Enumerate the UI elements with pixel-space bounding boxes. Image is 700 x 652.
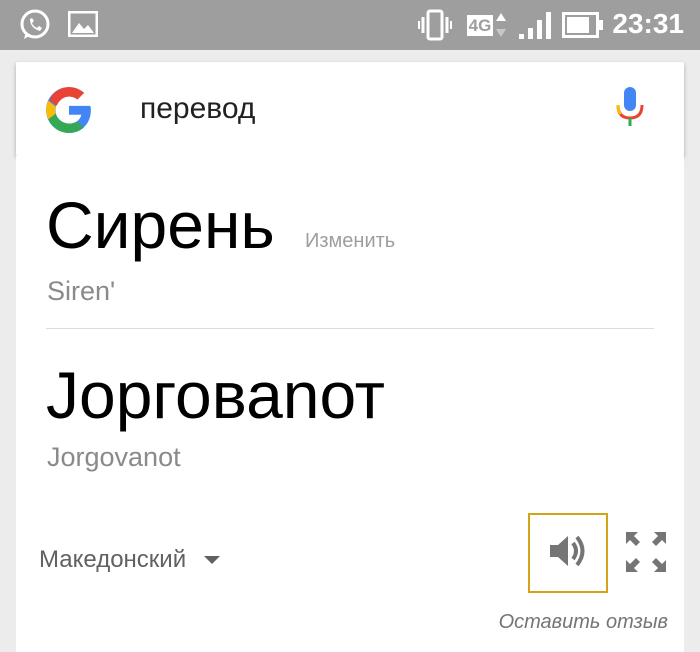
caret-down-icon — [204, 556, 221, 564]
divider — [46, 328, 654, 329]
feedback-link[interactable]: Оставить отзыв — [499, 611, 668, 634]
search-input[interactable]: перевод — [140, 92, 255, 126]
battery-icon — [562, 12, 604, 38]
translation-card: Сирень Изменить Siren' Јорговаnот Jorgov… — [16, 156, 684, 652]
vibrate-icon — [418, 9, 452, 41]
target-language-dropdown[interactable]: Македонский — [39, 546, 221, 574]
fullscreen-icon — [624, 532, 668, 578]
source-word: Сирень — [46, 188, 275, 262]
signal-icon — [518, 10, 552, 40]
gallery-icon — [68, 11, 98, 37]
status-bar: 4G 23:31 — [0, 0, 700, 50]
target-transliteration: Jorgovanot — [47, 442, 181, 472]
clock: 23:31 — [612, 8, 684, 39]
network-4g-icon: 4G — [462, 9, 512, 41]
speaker-icon — [546, 531, 590, 576]
source-transliteration: Siren' — [47, 276, 116, 306]
mic-icon[interactable] — [612, 85, 648, 133]
fullscreen-button[interactable] — [624, 530, 668, 574]
target-language-label: Македонский — [39, 546, 187, 573]
change-language-link[interactable]: Изменить — [305, 230, 395, 253]
network-label: 4G — [466, 14, 494, 36]
search-bar[interactable]: перевод — [16, 62, 684, 156]
speak-button[interactable] — [528, 513, 608, 593]
google-g-logo — [44, 85, 94, 135]
target-word: Јорговаnот — [46, 358, 385, 432]
whatsapp-icon — [18, 8, 52, 42]
